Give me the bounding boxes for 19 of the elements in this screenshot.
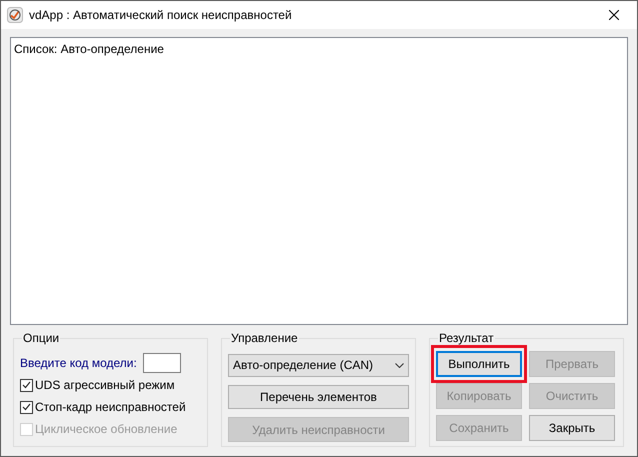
check-icon	[22, 381, 31, 389]
action-button[interactable]: Закрыть	[529, 415, 615, 441]
check-icon	[22, 403, 31, 411]
checkbox-option[interactable]: Стоп-кадр неисправностей	[20, 397, 201, 417]
close-icon	[609, 10, 619, 20]
window-title: vdApp : Автоматический поиск неисправностей	[29, 8, 293, 22]
group-title: Опции	[22, 331, 60, 345]
mode-dropdown[interactable]: Авто-определение (CAN)	[228, 354, 409, 377]
action-button[interactable]: Перечень элементов	[228, 384, 409, 410]
app-logo-icon	[7, 7, 23, 23]
checkbox-option[interactable]: UDS агрессивный режим	[20, 375, 201, 395]
chevron-icon	[395, 362, 404, 368]
model-code-field[interactable]	[142, 353, 181, 373]
action-button[interactable]: Выполнить	[436, 351, 522, 377]
group-title: Результат	[438, 331, 495, 345]
group-title: Управление	[230, 331, 299, 345]
list-box[interactable]: Список: Авто-определение	[10, 37, 628, 325]
list-line: Список: Авто-определение	[14, 42, 165, 56]
model-code-label: Введите код модели:	[20, 356, 137, 370]
